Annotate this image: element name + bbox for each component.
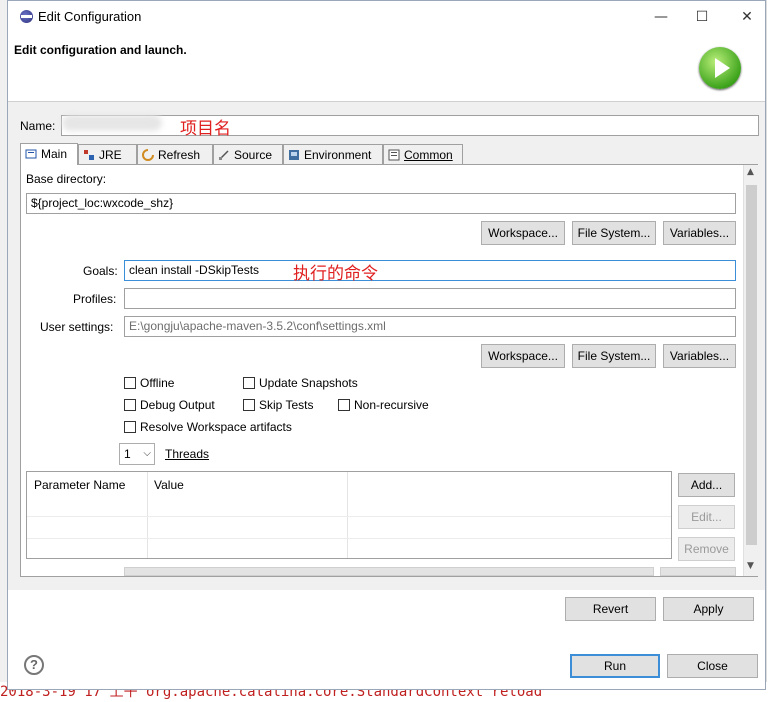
scroll-down-icon[interactable]: ▼	[747, 561, 754, 571]
edit-configuration-dialog: Edit Configuration — ☐ ✕ Edit configurat…	[7, 0, 766, 690]
name-label: Name:	[20, 119, 56, 133]
table-row	[27, 516, 671, 517]
tab-main[interactable]: Main	[20, 143, 78, 165]
skip-tests-label: Skip Tests	[259, 398, 314, 412]
base-directory-field[interactable]: ${project_loc:wxcode_shz}	[26, 193, 736, 214]
chevron-down-icon: ⌵	[143, 448, 151, 459]
eclipse-icon	[20, 10, 33, 23]
settings-file-system-button[interactable]: File System...	[572, 344, 656, 368]
annotation-goals-note: 执行的命令	[293, 264, 378, 284]
window-title: Edit Configuration	[38, 9, 142, 24]
common-icon	[388, 149, 400, 161]
main-icon	[25, 149, 37, 159]
help-icon[interactable]: ?	[24, 655, 44, 675]
environment-icon	[289, 150, 299, 160]
dialog-body: Name: 项目名 Main JRE Refresh Source Enviro…	[8, 101, 765, 621]
add-parameter-button[interactable]: Add...	[678, 473, 735, 497]
user-settings-field[interactable]: E:\gongju\apache-maven-3.5.2\conf\settin…	[124, 316, 736, 337]
tab-jre-label: JRE	[99, 148, 122, 162]
main-tab-panel: Base directory: ${project_loc:wxcode_shz…	[20, 164, 759, 577]
close-window-button[interactable]: ✕	[736, 7, 758, 27]
cutoff-button	[660, 567, 736, 576]
scroll-up-icon[interactable]: ▲	[747, 167, 754, 177]
minimize-button[interactable]: —	[650, 7, 672, 27]
redacted-name	[62, 115, 162, 131]
resolve-workspace-checkbox[interactable]	[124, 421, 136, 433]
source-icon	[219, 150, 229, 160]
base-workspace-button[interactable]: Workspace...	[481, 221, 565, 245]
profiles-field[interactable]	[124, 288, 736, 309]
tab-refresh[interactable]: Refresh	[137, 144, 213, 164]
non-recursive-label: Non-recursive	[354, 398, 429, 412]
remove-parameter-button[interactable]: Remove	[678, 537, 735, 561]
tab-source[interactable]: Source	[213, 144, 283, 164]
user-settings-label: User settings:	[40, 320, 114, 334]
close-button[interactable]: Close	[667, 654, 758, 678]
vertical-scrollbar[interactable]: ▲ ▼	[743, 165, 759, 576]
settings-workspace-button[interactable]: Workspace...	[481, 344, 565, 368]
base-variables-button[interactable]: Variables...	[663, 221, 736, 245]
tab-common[interactable]: Common	[383, 144, 463, 164]
annotation-project-name: 项目名	[180, 119, 231, 139]
profiles-label: Profiles:	[73, 292, 117, 306]
tab-jre[interactable]: JRE	[78, 144, 137, 164]
update-snapshots-checkbox[interactable]	[243, 377, 255, 389]
horizontal-control-cutoff	[124, 567, 654, 576]
parameters-table[interactable]: Parameter Name Value	[26, 471, 672, 559]
goals-field[interactable]: clean install -DSkipTests	[124, 260, 736, 281]
revert-button[interactable]: Revert	[565, 597, 656, 621]
dialog-header: Edit configuration and launch.	[8, 33, 765, 101]
refresh-icon	[142, 149, 154, 161]
header-title: Edit configuration and launch.	[14, 43, 187, 57]
debug-output-checkbox[interactable]	[124, 399, 136, 411]
base-directory-label: Base directory:	[26, 172, 107, 186]
title-bar: Edit Configuration — ☐ ✕	[8, 1, 765, 33]
column-divider	[347, 472, 348, 558]
tab-common-label: Common	[404, 148, 453, 162]
resolve-workspace-label: Resolve Workspace artifacts	[140, 420, 292, 434]
table-row	[27, 538, 671, 539]
tab-source-label: Source	[234, 148, 273, 162]
settings-variables-button[interactable]: Variables...	[663, 344, 736, 368]
offline-checkbox[interactable]	[124, 377, 136, 389]
base-file-system-button[interactable]: File System...	[572, 221, 656, 245]
apply-button[interactable]: Apply	[663, 597, 754, 621]
offline-label: Offline	[140, 376, 175, 390]
threads-value: 1	[124, 447, 131, 461]
tab-environment-label: Environment	[304, 148, 372, 162]
column-divider	[147, 472, 148, 558]
threads-select[interactable]: 1 ⌵	[119, 443, 155, 465]
goals-label: Goals:	[83, 264, 118, 278]
tab-refresh-label: Refresh	[158, 148, 201, 162]
tab-environment[interactable]: Environment	[283, 144, 383, 164]
tab-main-label: Main	[41, 147, 68, 161]
run-button[interactable]: Run	[570, 654, 660, 678]
debug-output-label: Debug Output	[140, 398, 215, 412]
maximize-button[interactable]: ☐	[691, 7, 713, 27]
threads-label: Threads	[165, 447, 210, 461]
run-launch-icon	[699, 47, 741, 89]
name-field[interactable]	[61, 115, 759, 136]
table-header-value: Value	[154, 478, 184, 492]
non-recursive-checkbox[interactable]	[338, 399, 350, 411]
skip-tests-checkbox[interactable]	[243, 399, 255, 411]
edit-parameter-button[interactable]: Edit...	[678, 505, 735, 529]
jre-icon	[84, 150, 94, 160]
table-header-parameter-name: Parameter Name	[34, 478, 126, 492]
background-window-right	[766, 0, 778, 702]
scrollbar-thumb[interactable]	[746, 185, 757, 545]
update-snapshots-label: Update Snapshots	[259, 376, 358, 390]
